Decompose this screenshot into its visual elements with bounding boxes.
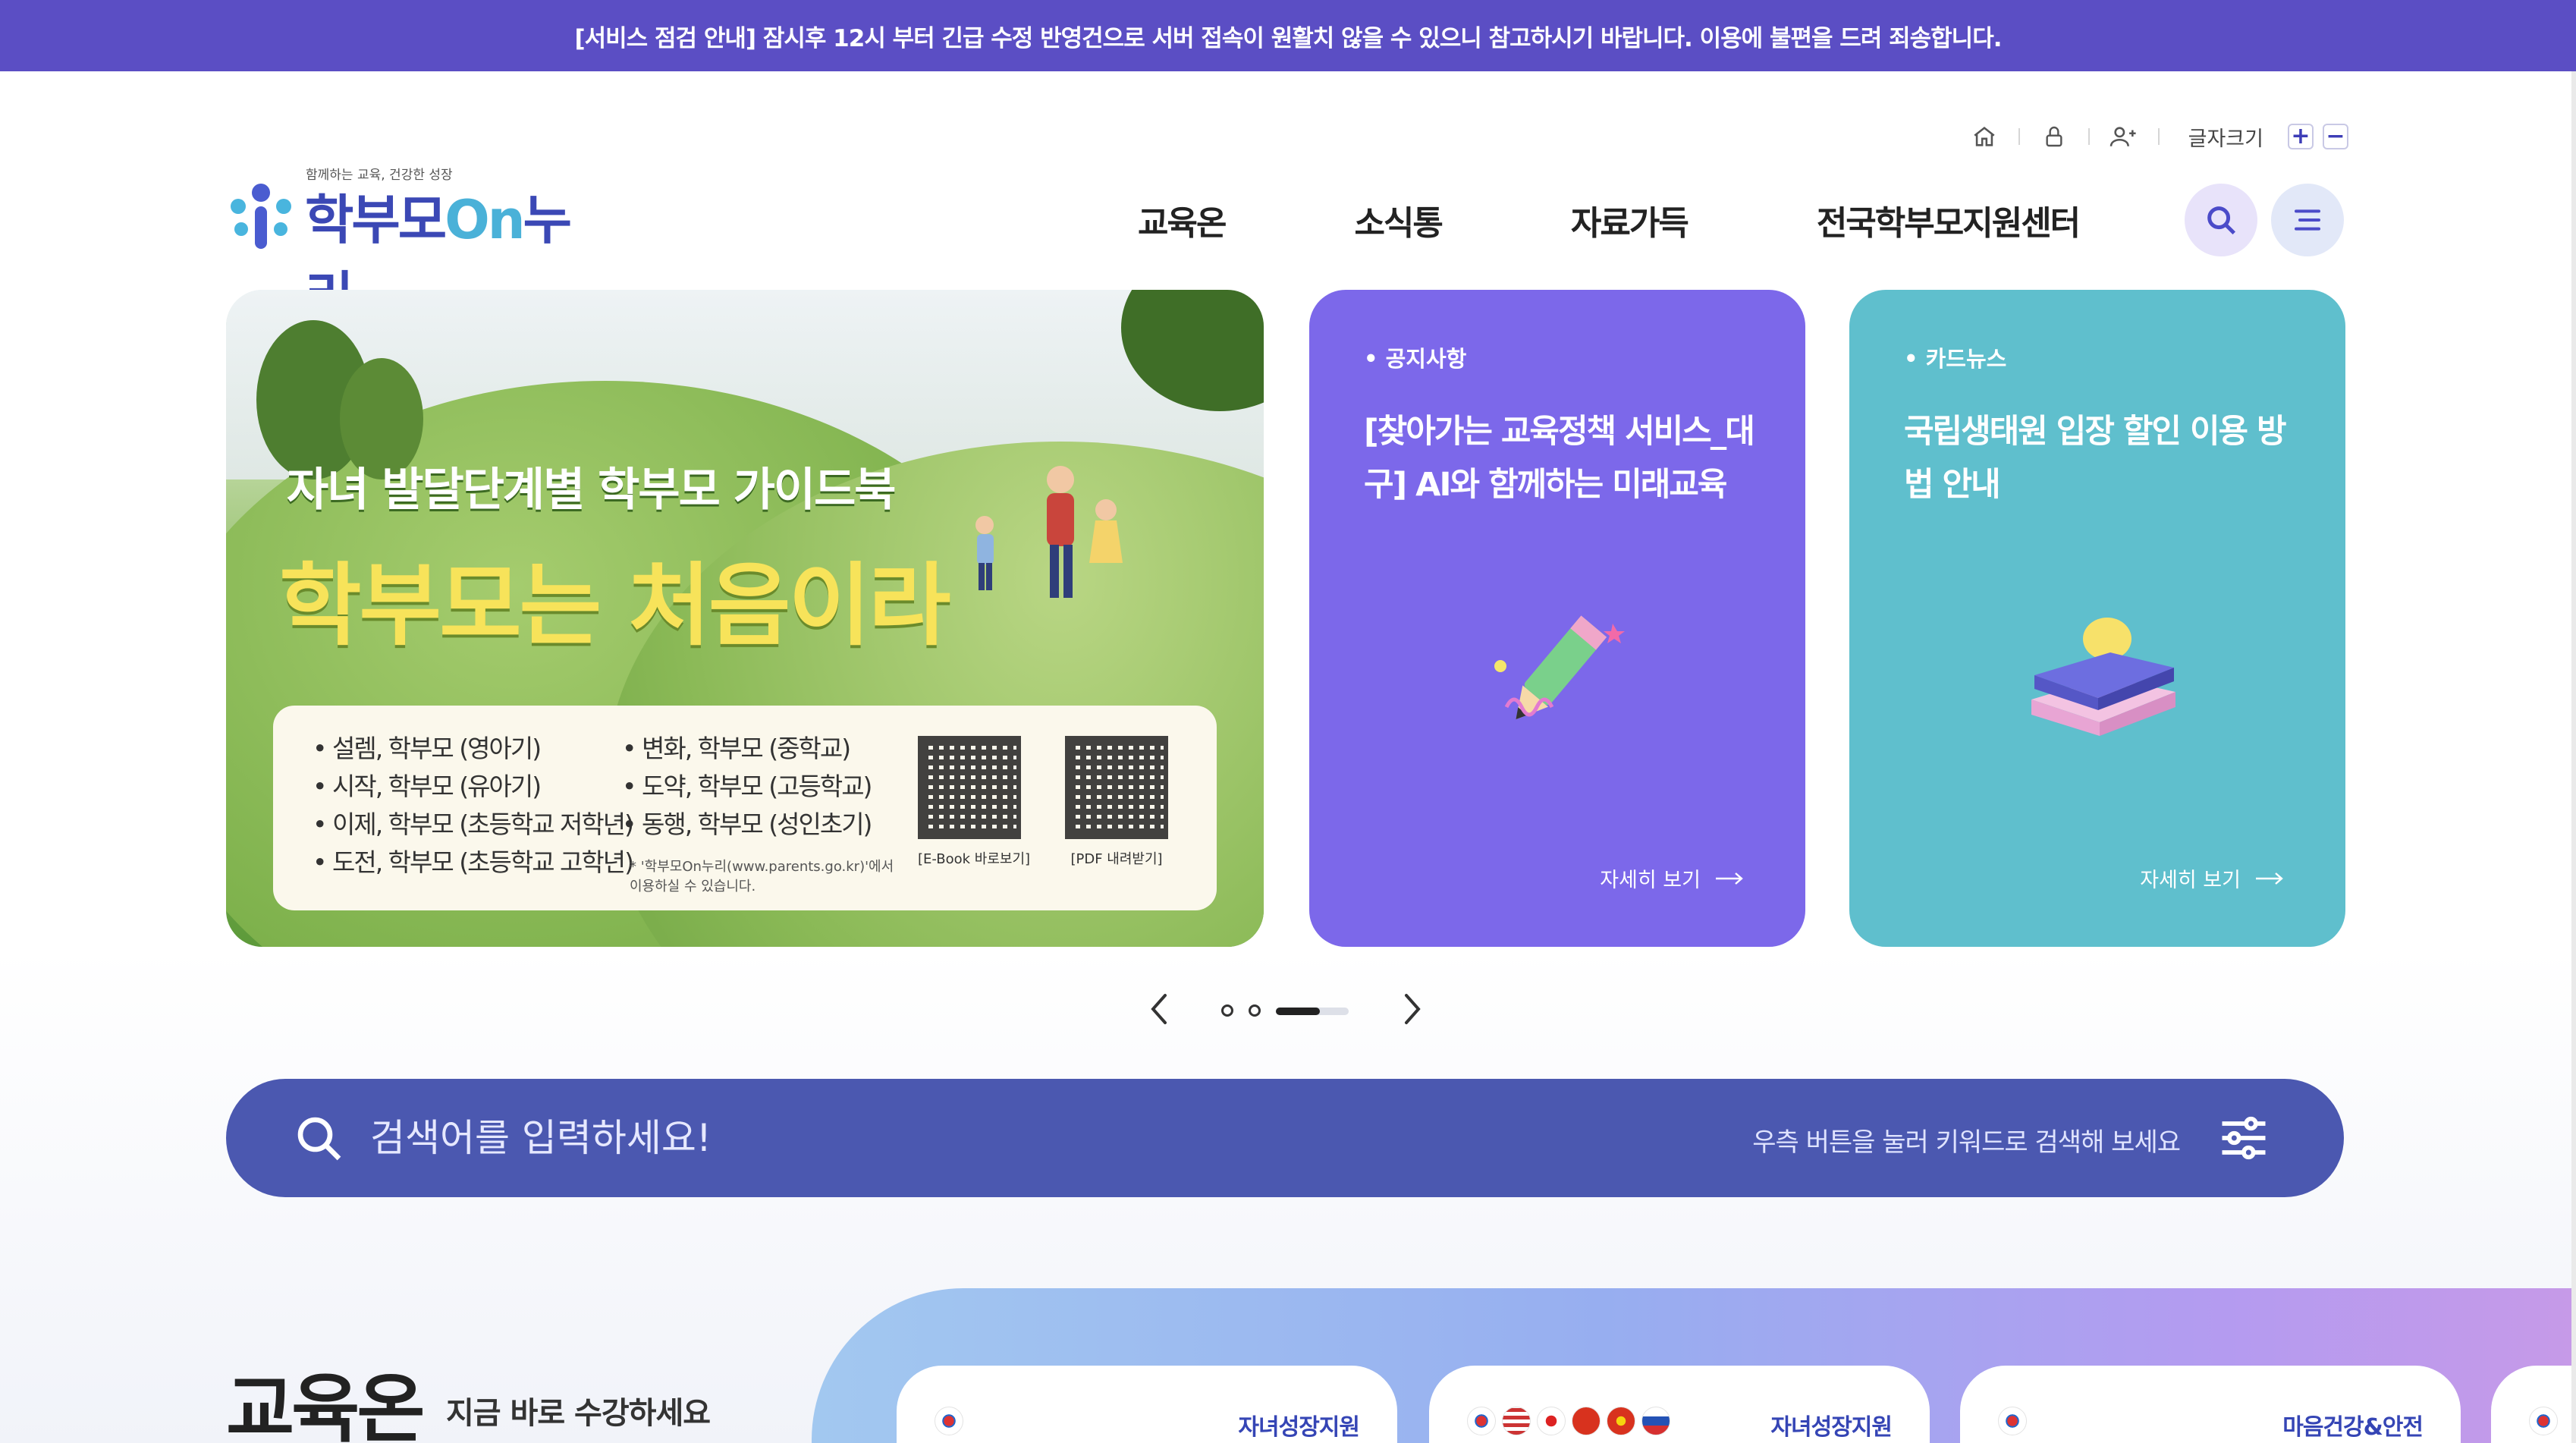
card-more-label: 자세히 보기	[1600, 869, 1701, 892]
main-navigation: 교육온 소식통 자료가득 전국학부모지원센터	[1107, 190, 2081, 250]
card-more-link[interactable]: 자세히 보기	[2140, 863, 2285, 893]
service-notice-bar: [서비스 점검 안내] 잠시후 12시 부터 긴급 수정 반영건으로 서버 접속…	[0, 0, 2576, 71]
main-search-bar: 우측 버튼을 눌러 키워드로 검색해 보세요	[226, 1079, 2344, 1197]
education-section-subtitle: 지금 바로 수강하세요	[446, 1396, 711, 1431]
japan-flag-icon	[1537, 1407, 1566, 1435]
card-category: • 카드뉴스	[1904, 346, 2007, 372]
hero-family-illustration	[975, 466, 1123, 598]
ebook-qr[interactable]: [E-Book 바로보기]	[918, 736, 1030, 867]
pencil-illustration-icon	[1494, 615, 1625, 720]
stage-list-left: 설렘, 학부모 (영아기) 시작, 학부모 (유아기) 이제, 학부모 (초등학…	[313, 730, 634, 882]
stage-list-item: 도전, 학부모 (초등학교 고학년)	[313, 844, 634, 882]
utility-bar: 글자크기 + −	[1950, 114, 2348, 159]
slider-progress-fill	[1276, 1008, 1320, 1015]
chevron-right-icon	[1405, 994, 1421, 1024]
slider-controls	[1138, 986, 1441, 1032]
education-card[interactable]: 마음건강&안전	[1960, 1366, 2461, 1443]
slider-progress-track[interactable]	[1276, 1008, 1349, 1015]
qr-code-icon	[1065, 736, 1168, 839]
search-icon	[2207, 206, 2236, 235]
slider-dot[interactable]	[1221, 1004, 1233, 1017]
korea-flag-icon	[1998, 1407, 2027, 1435]
hamburger-menu-icon	[2295, 209, 2320, 231]
arrow-right-icon	[1716, 872, 1743, 885]
add-user-icon[interactable]	[2090, 114, 2158, 159]
china-flag-icon	[1572, 1407, 1601, 1435]
lock-icon[interactable]	[2020, 114, 2088, 159]
slider-dot[interactable]	[1249, 1004, 1261, 1017]
stage-list-item: 동행, 학부모 (성인초기)	[622, 806, 872, 844]
search-hint: 우측 버튼을 눌러 키워드로 검색해 보세요	[1752, 1127, 2181, 1158]
font-size-increase-button[interactable]: +	[2288, 124, 2314, 149]
search-icon[interactable]	[291, 1111, 346, 1168]
page-scrollbar[interactable]	[2571, 71, 2576, 1443]
stage-list-item: 설렘, 학부모 (영아기)	[313, 730, 633, 768]
notice-card[interactable]: • 공지사항 [찾아가는 교육정책 서비스_대구] AI와 함께하는 미래교육 …	[1309, 290, 1805, 947]
cardnews-card[interactable]: • 카드뉴스 국립생태원 입장 할인 이용 방법 안내 자세히 보기	[1849, 290, 2345, 947]
education-card-tag: 자녀성장지원	[1238, 1414, 1360, 1441]
slider-next-button[interactable]	[1396, 992, 1426, 1026]
search-input[interactable]	[370, 1102, 1508, 1174]
nav-item-education-on[interactable]: 교육온	[1138, 196, 1227, 244]
hero-note: * '학부모On누리(www.parents.go.kr)'에서 이용하실 수 …	[630, 859, 894, 894]
language-flags	[1467, 1407, 1670, 1435]
qr-code-icon	[918, 736, 1021, 839]
nav-item-parent-support-center[interactable]: 전국학부모지원센터	[1817, 196, 2081, 244]
arrow-right-icon	[2256, 872, 2283, 885]
stage-list-right: 변화, 학부모 (중학교) 도약, 학부모 (고등학교) 동행, 학부모 (성인…	[622, 730, 872, 844]
hero-banner-guidebook[interactable]: 자녀 발달단계별 학부모 가이드북 학부모는 처음이라 설렘, 학부모 (영아기…	[226, 290, 1264, 947]
header-search-button[interactable]	[2185, 184, 2257, 256]
chevron-left-icon	[1151, 994, 1167, 1024]
card-category: • 공지사항	[1364, 346, 1467, 372]
korea-flag-icon	[935, 1407, 963, 1435]
card-title: [찾아가는 교육정책 서비스_대구] AI와 함께하는 미래교육	[1364, 413, 1755, 504]
stage-list-item: 변화, 학부모 (중학교)	[622, 730, 871, 768]
education-card-tag: 마음건강&안전	[2282, 1414, 2424, 1441]
card-title: 국립생태원 입장 할인 이용 방법 안내	[1904, 413, 2287, 504]
home-icon[interactable]	[1950, 114, 2018, 159]
card-more-label: 자세히 보기	[2140, 869, 2241, 892]
qr-caption: [PDF 내려받기]	[1070, 851, 1163, 867]
filter-sliders-icon[interactable]	[2215, 1109, 2273, 1170]
vietnam-flag-icon	[1607, 1407, 1635, 1435]
logo-mark-icon	[226, 176, 296, 255]
usa-flag-icon	[1502, 1407, 1531, 1435]
font-size-label: 글자크기	[2188, 127, 2263, 151]
education-section-title: 교육온	[226, 1366, 425, 1443]
russia-flag-icon	[1641, 1407, 1670, 1435]
language-flags	[935, 1407, 963, 1435]
language-flags	[2529, 1407, 2558, 1435]
hero-title: 학부모는 처음이라	[279, 553, 951, 658]
books-illustration-icon	[2031, 618, 2175, 736]
nav-item-resources[interactable]: 자료가득	[1571, 196, 1689, 244]
site-logo[interactable]: 함께하는 교육, 건강한 성장 학부모On누리	[226, 161, 605, 328]
header-menu-button[interactable]	[2271, 184, 2344, 256]
korea-flag-icon	[1467, 1407, 1496, 1435]
stage-list-item: 시작, 학부모 (유아기)	[313, 768, 633, 806]
education-card[interactable]: 자녀성장지원	[897, 1366, 1397, 1443]
pdf-qr[interactable]: [PDF 내려받기]	[1065, 736, 1168, 867]
stage-list-item: 이제, 학부모 (초등학교 저학년)	[313, 806, 634, 844]
korea-flag-icon	[2529, 1407, 2558, 1435]
education-card-tag: 자녀성장지원	[1770, 1414, 1893, 1441]
card-more-link[interactable]: 자세히 보기	[1600, 863, 1745, 893]
education-card[interactable]: 자녀성장지원	[1429, 1366, 1930, 1443]
hero-subtitle: 자녀 발달단계별 학부모 가이드북	[287, 464, 896, 517]
service-notice-text: [서비스 점검 안내] 잠시후 12시 부터 긴급 수정 반영건으로 서버 접속…	[574, 24, 2002, 52]
stage-list-item: 도약, 학부모 (고등학교)	[622, 768, 872, 806]
slider-prev-button[interactable]	[1145, 992, 1176, 1026]
font-size-decrease-button[interactable]: −	[2323, 124, 2348, 149]
qr-caption: [E-Book 바로보기]	[918, 851, 1031, 867]
hero-info-box: 설렘, 학부모 (영아기) 시작, 학부모 (유아기) 이제, 학부모 (초등학…	[273, 706, 1217, 910]
nav-item-news[interactable]: 소식통	[1354, 196, 1443, 244]
language-flags	[1998, 1407, 2027, 1435]
